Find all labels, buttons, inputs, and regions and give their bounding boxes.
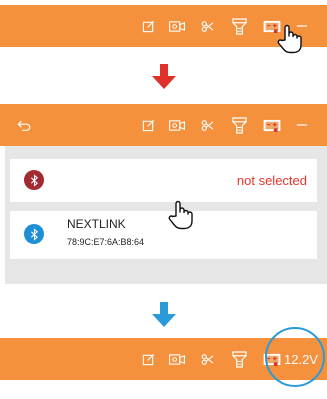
video-record-icon[interactable] bbox=[167, 5, 187, 47]
flashlight-icon[interactable] bbox=[230, 5, 248, 47]
highlight-circle bbox=[265, 327, 325, 387]
edit-icon[interactable] bbox=[141, 104, 155, 146]
device-mac-address: 78:9C:E7:6A:B8:64 bbox=[67, 237, 145, 247]
bluetooth-icon bbox=[24, 224, 44, 244]
edit-icon[interactable] bbox=[141, 5, 155, 47]
scissors-icon[interactable] bbox=[200, 5, 214, 47]
flashlight-icon[interactable] bbox=[230, 104, 248, 146]
bluetooth-status-row[interactable]: not selected bbox=[10, 159, 317, 202]
scissors-icon[interactable] bbox=[200, 338, 214, 380]
bluetooth-icon bbox=[24, 170, 44, 190]
hand-cursor-icon bbox=[276, 24, 304, 59]
video-record-icon[interactable] bbox=[167, 338, 187, 380]
status-text: not selected bbox=[236, 173, 307, 188]
battery-connector-icon[interactable] bbox=[262, 104, 282, 146]
device-name: NEXTLINK bbox=[67, 217, 126, 231]
back-icon[interactable] bbox=[16, 104, 32, 146]
flashlight-icon[interactable] bbox=[230, 338, 248, 380]
edit-icon[interactable] bbox=[141, 338, 155, 380]
hand-cursor-icon bbox=[167, 200, 195, 235]
toolbar-bluetooth-screen bbox=[0, 104, 327, 146]
step-arrow-icon bbox=[150, 302, 178, 333]
step-arrow-icon bbox=[150, 64, 178, 95]
minimize-icon[interactable] bbox=[294, 104, 310, 146]
device-row[interactable]: NEXTLINK 78:9C:E7:6A:B8:64 bbox=[10, 211, 317, 259]
video-record-icon[interactable] bbox=[167, 104, 187, 146]
scissors-icon[interactable] bbox=[200, 104, 214, 146]
